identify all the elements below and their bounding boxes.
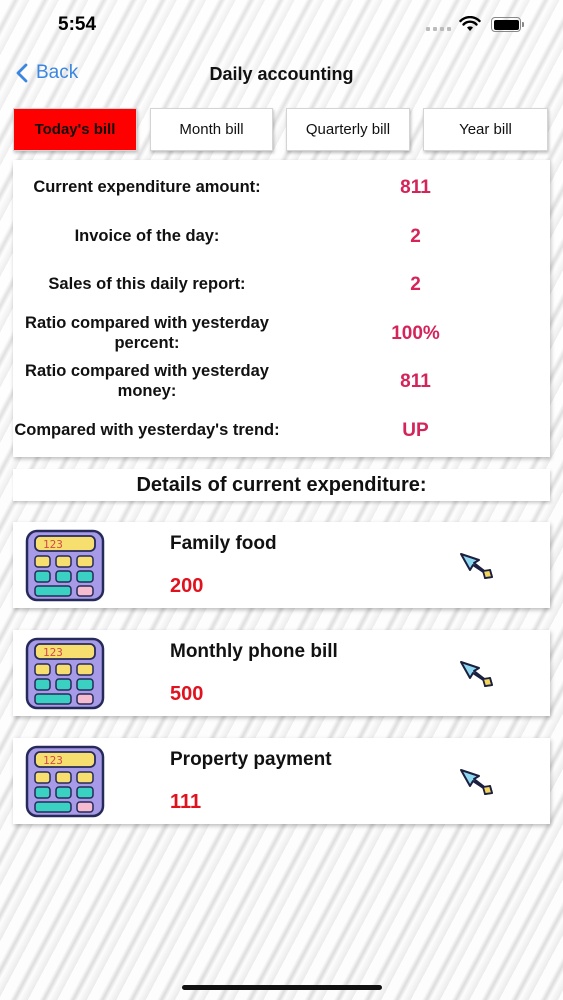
navigation-bar: Back Daily accounting [0, 52, 563, 98]
wifi-icon [459, 16, 481, 31]
tab-label: Month bill [179, 121, 244, 138]
summary-value: UP [402, 420, 429, 441]
summary-label: Current expenditure amount: [33, 178, 261, 197]
calculator-display: 123 [43, 754, 63, 767]
expense-amount: 500 [170, 683, 204, 705]
summary-row: Ratio compared with yesterday money: 811 [13, 359, 550, 405]
summary-value: 100% [391, 323, 440, 344]
cursor-arrow-icon[interactable] [457, 658, 497, 690]
calculator-icon: 123 [25, 637, 105, 710]
expense-card-family-food[interactable]: 123 Family food 200 [13, 522, 550, 608]
summary-row: Compared with yesterday's trend: UP [13, 408, 550, 454]
details-header: Details of current expenditure: [13, 469, 550, 501]
tab-label: Year bill [459, 121, 512, 138]
expense-title: Property payment [170, 749, 332, 770]
status-bar: 5:54 [0, 0, 563, 52]
summary-label: Sales of this daily report: [48, 275, 246, 294]
cursor-arrow-icon[interactable] [457, 766, 497, 798]
summary-value: 2 [410, 226, 421, 247]
tab-todays-bill[interactable]: Today's bill [13, 108, 137, 151]
summary-row: Ratio compared with yesterday percent: 1… [13, 311, 550, 357]
summary-row: Invoice of the day: 2 [13, 214, 550, 260]
expense-amount: 200 [170, 575, 204, 597]
summary-value: 2 [410, 274, 421, 295]
summary-row: Sales of this daily report: 2 [13, 262, 550, 308]
bill-period-tabs: Today's bill Month bill Quarterly bill Y… [0, 108, 563, 152]
expense-card-monthly-phone-bill[interactable]: 123 Monthly phone bill 500 [13, 630, 550, 716]
calculator-icon: 123 [25, 529, 105, 602]
page-title: Daily accounting [209, 64, 354, 84]
summary-label: Ratio compared with yesterday percent: [25, 314, 269, 352]
summary-value: 811 [400, 371, 431, 392]
home-indicator[interactable] [182, 985, 382, 990]
summary-label: Compared with yesterday's trend: [14, 421, 280, 440]
battery-icon [491, 17, 524, 32]
tab-quarterly-bill[interactable]: Quarterly bill [286, 108, 410, 151]
status-time: 5:54 [58, 14, 97, 35]
calculator-display: 123 [43, 646, 63, 659]
summary-label: Ratio compared with yesterday money: [25, 362, 269, 400]
tab-month-bill[interactable]: Month bill [150, 108, 273, 151]
tab-year-bill[interactable]: Year bill [423, 108, 548, 151]
cursor-arrow-icon[interactable] [457, 550, 497, 582]
expense-title: Family food [170, 533, 277, 554]
tab-label: Quarterly bill [305, 121, 391, 138]
expense-amount: 111 [170, 791, 202, 813]
expense-title: Monthly phone bill [170, 641, 338, 662]
summary-label: Invoice of the day: [74, 227, 220, 246]
summary-row: Current expenditure amount: 811 [13, 165, 550, 211]
calculator-display: 123 [43, 538, 63, 551]
expense-card-property-payment[interactable]: 123 Property payment 111 [13, 738, 550, 824]
daily-summary-card: Current expenditure amount: 811 Invoice … [13, 160, 550, 457]
tab-label: Today's bill [34, 121, 116, 138]
summary-value: 811 [400, 177, 431, 198]
signal-icon [426, 27, 451, 31]
calculator-icon: 123 [25, 745, 105, 818]
